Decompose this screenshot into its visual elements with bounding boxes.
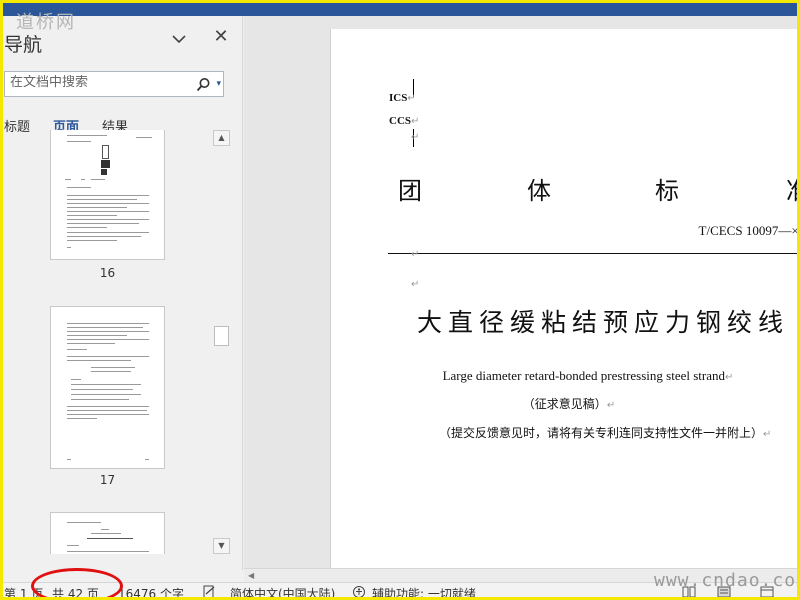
paragraph-mark: ↵ xyxy=(606,400,616,411)
thumbnail-page-number: 16 xyxy=(99,266,116,280)
draft-note: （征求意见稿）↵ xyxy=(331,395,800,412)
thumbnail-scrollbar[interactable]: ▲ ▼ xyxy=(213,130,230,554)
paragraph-mark: ↵ xyxy=(725,372,734,383)
document-page[interactable]: ICS↵ CCS↵ ↵ 团 体 标 准 T/CECS 10097—×× ↵ ↵ … xyxy=(330,29,800,569)
accessibility-icon[interactable] xyxy=(352,585,366,599)
patent-note: （提交反馈意见时，请将有关专利连同支持性文件一并附上）↵ xyxy=(439,424,771,441)
scroll-up-icon[interactable]: ▲ xyxy=(213,130,230,146)
page-thumbnail-18[interactable] xyxy=(50,512,165,554)
proofing-icon[interactable] xyxy=(202,585,216,599)
doc-type-char: 标 xyxy=(655,177,679,205)
doc-type-char: 团 xyxy=(398,177,422,205)
thumbnail-page-number: 17 xyxy=(99,473,116,487)
patent-note-text: （提交反馈意见时，请将有关专利连同支持性文件一并附上） xyxy=(439,426,764,440)
close-icon[interactable]: ✕ xyxy=(212,28,230,46)
search-input[interactable] xyxy=(10,75,190,90)
paragraph-mark: ↵ xyxy=(763,429,772,440)
page-thumbnail-17[interactable] xyxy=(50,306,165,469)
page-thumbnails: 16 17 xyxy=(0,130,210,554)
heading-rule xyxy=(388,253,800,254)
scroll-down-icon[interactable]: ▼ xyxy=(213,538,230,554)
status-language[interactable]: 简体中文(中国大陆) xyxy=(230,585,335,600)
ribbon-strip xyxy=(0,0,800,16)
scroll-left-icon[interactable]: ◀ xyxy=(248,571,254,580)
status-accessibility[interactable]: 辅助功能: 一切就绪 xyxy=(372,585,476,600)
paragraph-mark: ↵ xyxy=(411,132,420,143)
chevron-down-icon[interactable] xyxy=(170,30,188,48)
watermark-bottom: www.cndao.com xyxy=(654,570,800,591)
paragraph-mark: ↵ xyxy=(411,249,420,260)
status-word-count[interactable]: 16476 个字 xyxy=(118,585,184,600)
ccs-label: CCS↵ xyxy=(389,115,419,127)
nav-pane-title: 导航 xyxy=(4,34,43,56)
ccs-text: CCS xyxy=(389,115,412,127)
highlight-circle xyxy=(31,568,123,600)
draft-note-text: （征求意见稿） xyxy=(522,397,607,411)
search-options-chevron-icon[interactable]: ▾ xyxy=(216,79,221,89)
ics-text: ICS xyxy=(389,92,408,104)
search-icon[interactable] xyxy=(196,77,211,92)
paragraph-mark: ↵ xyxy=(411,279,420,290)
doc-type-char: 体 xyxy=(527,177,551,205)
ics-label: ICS↵ xyxy=(389,92,416,104)
search-box[interactable]: ▾ xyxy=(4,71,224,97)
paragraph-mark: ↵ xyxy=(407,93,416,104)
standard-number: T/CECS 10097—×× xyxy=(698,223,800,238)
doc-type-char: 准 xyxy=(786,171,800,206)
page-thumbnail-16[interactable] xyxy=(50,130,165,260)
english-title-text: Large diameter retard-bonded prestressin… xyxy=(442,368,725,383)
paragraph-mark: ↵ xyxy=(411,116,420,127)
watermark-top: 道桥网 xyxy=(16,12,76,33)
document-title: 大直径缓粘结预应力钢绞线 xyxy=(417,308,790,337)
english-title: Large diameter retard-bonded prestressin… xyxy=(331,368,800,384)
scrollbar-thumb[interactable] xyxy=(214,326,229,346)
